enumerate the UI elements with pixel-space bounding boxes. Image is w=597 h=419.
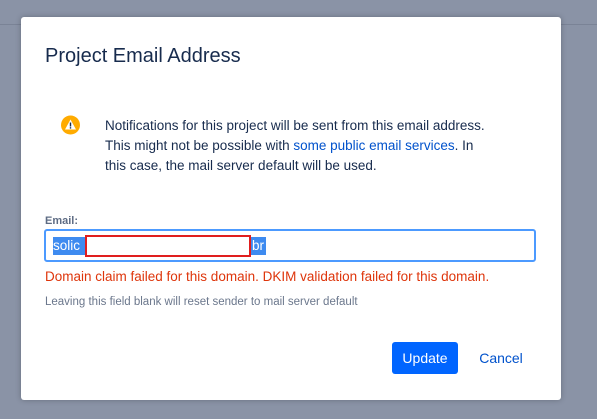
- email-value-start: solic: [53, 238, 81, 253]
- warning-icon: [61, 115, 80, 135]
- redaction-box: [85, 235, 251, 257]
- field-hint: Leaving this field blank will reset send…: [45, 296, 358, 308]
- notice-message: Notifications for this project will be s…: [105, 116, 495, 176]
- project-email-dialog: Project Email Address Notifications for …: [21, 17, 561, 400]
- public-email-services-link[interactable]: some public email services: [293, 138, 454, 153]
- email-input[interactable]: solic .br: [44, 229, 536, 262]
- email-label: Email:: [45, 215, 79, 227]
- validation-error: Domain claim failed for this domain. DKI…: [45, 269, 490, 284]
- dialog-title: Project Email Address: [45, 45, 241, 67]
- update-button[interactable]: Update: [392, 342, 458, 374]
- cancel-button[interactable]: Cancel: [473, 342, 529, 374]
